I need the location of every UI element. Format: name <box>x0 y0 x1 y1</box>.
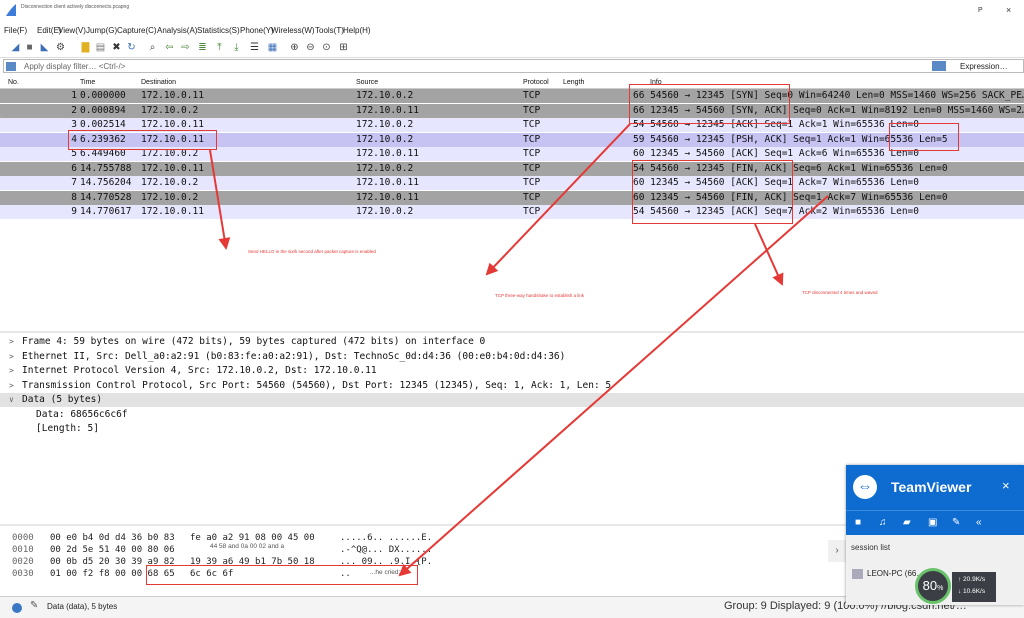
teamviewer-logo-icon: ⇔ <box>853 475 877 499</box>
gauge-unit: % <box>937 585 944 592</box>
computer-icon <box>852 569 863 579</box>
video-icon[interactable]: ■ <box>855 517 861 528</box>
teamviewer-header: ⇔ TeamViewer × <box>846 465 1024 510</box>
headset-icon[interactable]: ♫ <box>879 517 887 528</box>
collapse-icon[interactable]: « <box>976 517 982 528</box>
files-icon[interactable]: ▣ <box>928 517 937 528</box>
arrow-hello <box>209 149 231 250</box>
teamviewer-toolbar: ■ ♫ ▰ ▣ ✎ « <box>846 510 1024 535</box>
download-speed: ↓ 10.6K/s <box>958 588 986 595</box>
session-item[interactable]: LEON-PC (66… <box>867 569 924 578</box>
arrow-hex-2 <box>455 510 890 548</box>
network-gauge: 80% <box>915 568 951 604</box>
arrow-handshake <box>485 123 631 276</box>
arrow-wave <box>754 223 784 286</box>
edge-marker: A <box>0 113 5 120</box>
chat-icon[interactable]: ▰ <box>903 517 911 528</box>
wireshark-window: Disconnection client actively disconnect… <box>0 0 1024 618</box>
network-speed: ↑ 20.9K/s ↓ 10.6K/s <box>952 572 996 602</box>
teamviewer-title: TeamViewer <box>891 479 972 495</box>
gauge-value: 80 <box>922 578 938 593</box>
upload-speed: ↑ 20.9K/s <box>958 576 986 583</box>
session-list-label: session list <box>851 543 891 552</box>
panel-expand-icon[interactable]: › <box>828 540 846 562</box>
arrow-hex <box>398 195 829 577</box>
tools-icon[interactable]: ✎ <box>952 517 960 528</box>
teamviewer-close-icon[interactable]: × <box>1002 478 1010 493</box>
